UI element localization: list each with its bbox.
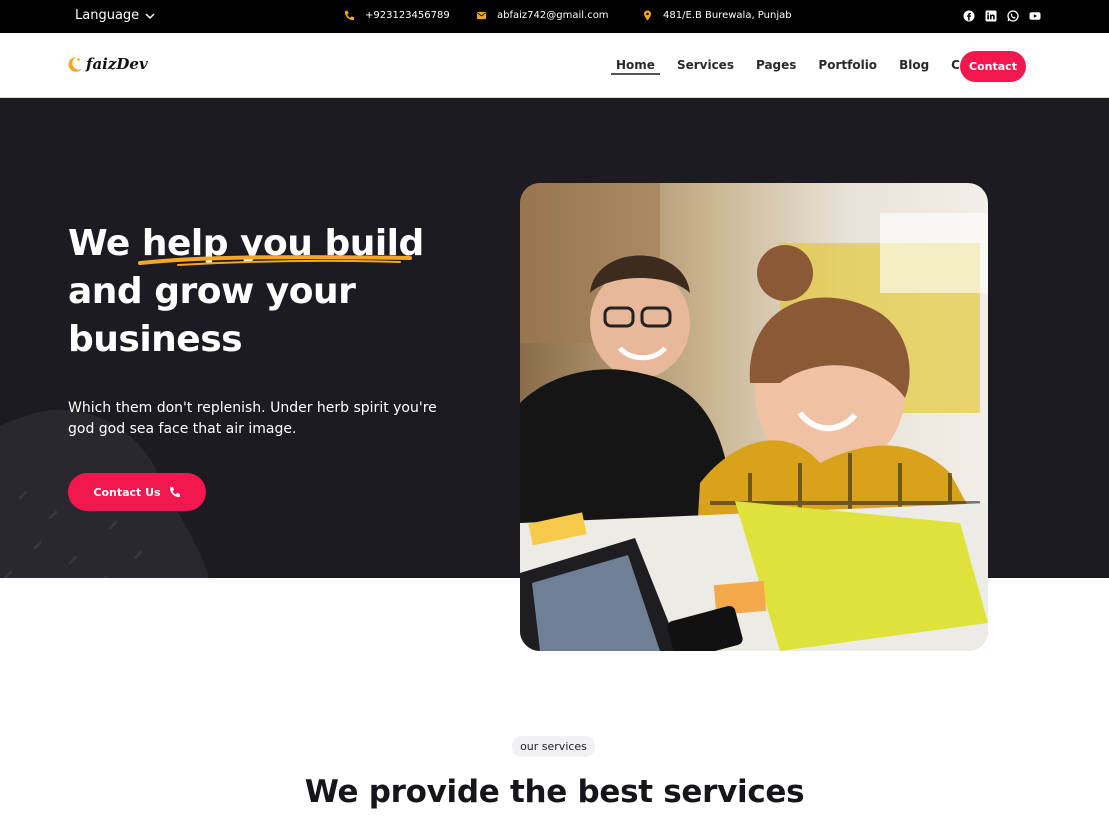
address-text: 481/E.B Burewala, Punjab bbox=[663, 10, 792, 21]
contact-us-button[interactable]: Contact Us bbox=[68, 473, 206, 511]
nav-home[interactable]: Home bbox=[611, 58, 660, 75]
address-info: 481/E.B Burewala, Punjab bbox=[642, 10, 792, 21]
services-title: We provide the best services bbox=[304, 774, 805, 810]
nav-services[interactable]: Services bbox=[672, 58, 739, 75]
hero-title-part2: and grow your business bbox=[68, 271, 356, 360]
email-address: abfaiz742@gmail.com bbox=[497, 10, 609, 21]
header-contact-button[interactable]: Contact bbox=[960, 51, 1026, 82]
phone-info[interactable]: +923123456789 bbox=[344, 10, 450, 21]
section-badge: our services bbox=[512, 736, 595, 757]
hero-title-part1: We bbox=[68, 223, 130, 264]
highlight-underline bbox=[138, 255, 412, 266]
social-links bbox=[963, 10, 1041, 22]
hero-image bbox=[520, 183, 988, 651]
location-pin-icon bbox=[644, 10, 651, 21]
chevron-down-icon bbox=[145, 12, 155, 19]
logo-moon-icon bbox=[68, 57, 82, 72]
hero-description: Which them don't replenish. Under herb s… bbox=[68, 400, 437, 437]
site-logo[interactable]: faizDev bbox=[67, 55, 148, 73]
logo-text: faizDev bbox=[86, 55, 148, 73]
site-header: faizDev Home Services Pages Portfolio Bl… bbox=[0, 33, 1109, 98]
language-label: Language bbox=[75, 8, 140, 23]
linkedin-icon[interactable] bbox=[985, 10, 997, 22]
nav-portfolio[interactable]: Portfolio bbox=[813, 58, 882, 75]
youtube-icon[interactable] bbox=[1029, 10, 1041, 22]
contact-us-label: Contact Us bbox=[93, 485, 161, 499]
phone-icon bbox=[344, 10, 355, 21]
hero-title: We help you build and grow your business bbox=[68, 220, 488, 364]
whatsapp-icon[interactable] bbox=[1007, 10, 1019, 22]
email-info[interactable]: abfaiz742@gmail.com bbox=[476, 10, 609, 21]
nav-blog[interactable]: Blog bbox=[894, 58, 934, 75]
email-icon bbox=[476, 11, 487, 20]
phone-number: +923123456789 bbox=[365, 10, 450, 21]
language-dropdown[interactable]: Language bbox=[75, 8, 155, 23]
office-scene-image bbox=[520, 183, 988, 651]
facebook-icon[interactable] bbox=[963, 10, 975, 22]
topbar: Language +923123456789 abfaiz742@gmail.c… bbox=[0, 0, 1109, 33]
phone-icon bbox=[169, 487, 180, 497]
nav-pages[interactable]: Pages bbox=[751, 58, 801, 75]
main-nav: Home Services Pages Portfolio Blog Conta… bbox=[611, 58, 1008, 75]
